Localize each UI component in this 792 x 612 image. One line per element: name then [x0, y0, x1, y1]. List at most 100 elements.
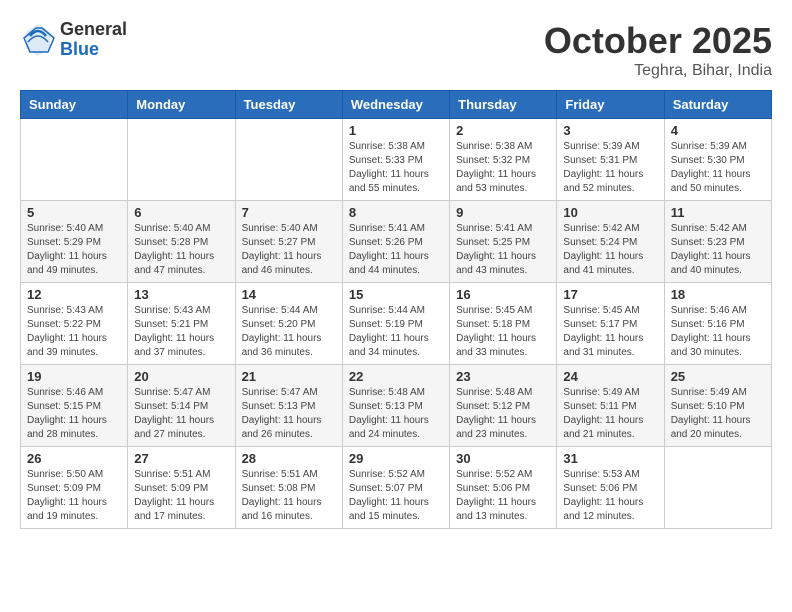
day-info: Sunrise: 5:38 AM Sunset: 5:33 PM Dayligh…: [349, 140, 443, 196]
day-info: Sunrise: 5:39 AM Sunset: 5:31 PM Dayligh…: [563, 140, 657, 196]
day-number: 9: [456, 205, 550, 220]
day-number: 28: [242, 451, 336, 466]
day-info: Sunrise: 5:39 AM Sunset: 5:30 PM Dayligh…: [671, 140, 765, 196]
day-info: Sunrise: 5:51 AM Sunset: 5:08 PM Dayligh…: [242, 468, 336, 524]
day-number: 22: [349, 369, 443, 384]
weekday-header-row: SundayMondayTuesdayWednesdayThursdayFrid…: [21, 91, 772, 119]
calendar-cell: 18 Sunrise: 5:46 AM Sunset: 5:16 PM Dayli…: [664, 283, 771, 365]
day-number: 31: [563, 451, 657, 466]
calendar-cell: 8 Sunrise: 5:41 AM Sunset: 5:26 PM Daylig…: [342, 201, 449, 283]
calendar-week-4: 19 Sunrise: 5:46 AM Sunset: 5:15 PM Dayli…: [21, 365, 772, 447]
calendar-cell: 5 Sunrise: 5:40 AM Sunset: 5:29 PM Daylig…: [21, 201, 128, 283]
day-info: Sunrise: 5:48 AM Sunset: 5:13 PM Dayligh…: [349, 386, 443, 442]
logo: General Blue: [20, 20, 127, 60]
day-info: Sunrise: 5:49 AM Sunset: 5:10 PM Dayligh…: [671, 386, 765, 442]
calendar-cell: 16 Sunrise: 5:45 AM Sunset: 5:18 PM Dayli…: [450, 283, 557, 365]
calendar-week-1: 1Sunrise: 5:38 AM Sunset: 5:33 PM Daylig…: [21, 119, 772, 201]
calendar-cell: 3 Sunrise: 5:39 AM Sunset: 5:31 PM Daylig…: [557, 119, 664, 201]
calendar-cell: 6Sunrise: 5:40 AM Sunset: 5:28 PM Daylig…: [128, 201, 235, 283]
day-info: Sunrise: 5:49 AM Sunset: 5:11 PM Dayligh…: [563, 386, 657, 442]
calendar-cell: 27Sunrise: 5:51 AM Sunset: 5:09 PM Dayli…: [128, 447, 235, 529]
day-info: Sunrise: 5:50 AM Sunset: 5:09 PM Dayligh…: [27, 468, 121, 524]
day-info: Sunrise: 5:40 AM Sunset: 5:27 PM Dayligh…: [242, 222, 336, 278]
title-block: October 2025 Teghra, Bihar, India: [544, 20, 772, 80]
day-number: 2: [456, 123, 550, 138]
calendar-cell: 28 Sunrise: 5:51 AM Sunset: 5:08 PM Dayli…: [235, 447, 342, 529]
calendar-cell: 20 Sunrise: 5:47 AM Sunset: 5:14 PM Dayli…: [128, 365, 235, 447]
month-title: October 2025: [544, 20, 772, 62]
day-info: Sunrise: 5:53 AM Sunset: 5:06 PM Dayligh…: [563, 468, 657, 524]
day-info: Sunrise: 5:46 AM Sunset: 5:16 PM Dayligh…: [671, 304, 765, 360]
day-number: 10: [563, 205, 657, 220]
day-number: 23: [456, 369, 550, 384]
calendar-week-5: 26 Sunrise: 5:50 AM Sunset: 5:09 PM Dayli…: [21, 447, 772, 529]
day-number: 16: [456, 287, 550, 302]
calendar-cell: 29 Sunrise: 5:52 AM Sunset: 5:07 PM Dayli…: [342, 447, 449, 529]
day-number: 6: [134, 205, 228, 220]
day-info: Sunrise: 5:44 AM Sunset: 5:19 PM Dayligh…: [349, 304, 443, 360]
day-number: 3: [563, 123, 657, 138]
calendar-cell: 26 Sunrise: 5:50 AM Sunset: 5:09 PM Dayli…: [21, 447, 128, 529]
calendar-cell: 14 Sunrise: 5:44 AM Sunset: 5:20 PM Dayli…: [235, 283, 342, 365]
day-info: Sunrise: 5:40 AM Sunset: 5:29 PM Dayligh…: [27, 222, 121, 278]
calendar-cell: 13 Sunrise: 5:43 AM Sunset: 5:21 PM Dayli…: [128, 283, 235, 365]
weekday-header-sunday: Sunday: [21, 91, 128, 119]
day-info: Sunrise: 5:45 AM Sunset: 5:17 PM Dayligh…: [563, 304, 657, 360]
weekday-header-wednesday: Wednesday: [342, 91, 449, 119]
day-number: 11: [671, 205, 765, 220]
calendar-cell: 21 Sunrise: 5:47 AM Sunset: 5:13 PM Dayli…: [235, 365, 342, 447]
day-number: 20: [134, 369, 228, 384]
logo-blue-text: Blue: [60, 40, 127, 60]
day-number: 26: [27, 451, 121, 466]
calendar-week-3: 12Sunrise: 5:43 AM Sunset: 5:22 PM Dayli…: [21, 283, 772, 365]
calendar-cell: 19 Sunrise: 5:46 AM Sunset: 5:15 PM Dayli…: [21, 365, 128, 447]
day-number: 4: [671, 123, 765, 138]
calendar-cell: 1Sunrise: 5:38 AM Sunset: 5:33 PM Daylig…: [342, 119, 449, 201]
day-info: Sunrise: 5:44 AM Sunset: 5:20 PM Dayligh…: [242, 304, 336, 360]
day-info: Sunrise: 5:48 AM Sunset: 5:12 PM Dayligh…: [456, 386, 550, 442]
calendar-cell: 31 Sunrise: 5:53 AM Sunset: 5:06 PM Dayli…: [557, 447, 664, 529]
calendar-cell: 22 Sunrise: 5:48 AM Sunset: 5:13 PM Dayli…: [342, 365, 449, 447]
day-number: 21: [242, 369, 336, 384]
weekday-header-monday: Monday: [128, 91, 235, 119]
day-number: 29: [349, 451, 443, 466]
day-info: Sunrise: 5:47 AM Sunset: 5:13 PM Dayligh…: [242, 386, 336, 442]
weekday-header-thursday: Thursday: [450, 91, 557, 119]
logo-text: General Blue: [60, 20, 127, 60]
calendar-cell: 25Sunrise: 5:49 AM Sunset: 5:10 PM Dayli…: [664, 365, 771, 447]
calendar-cell: 23 Sunrise: 5:48 AM Sunset: 5:12 PM Dayli…: [450, 365, 557, 447]
day-info: Sunrise: 5:52 AM Sunset: 5:07 PM Dayligh…: [349, 468, 443, 524]
calendar-cell: 11Sunrise: 5:42 AM Sunset: 5:23 PM Dayli…: [664, 201, 771, 283]
day-number: 8: [349, 205, 443, 220]
day-number: 13: [134, 287, 228, 302]
day-number: 19: [27, 369, 121, 384]
day-info: Sunrise: 5:47 AM Sunset: 5:14 PM Dayligh…: [134, 386, 228, 442]
calendar-week-2: 5 Sunrise: 5:40 AM Sunset: 5:29 PM Daylig…: [21, 201, 772, 283]
day-info: Sunrise: 5:41 AM Sunset: 5:26 PM Dayligh…: [349, 222, 443, 278]
calendar-table: SundayMondayTuesdayWednesdayThursdayFrid…: [20, 90, 772, 529]
day-info: Sunrise: 5:41 AM Sunset: 5:25 PM Dayligh…: [456, 222, 550, 278]
logo-general-text: General: [60, 20, 127, 40]
day-info: Sunrise: 5:38 AM Sunset: 5:32 PM Dayligh…: [456, 140, 550, 196]
day-number: 18: [671, 287, 765, 302]
day-number: 5: [27, 205, 121, 220]
calendar-cell: 7 Sunrise: 5:40 AM Sunset: 5:27 PM Daylig…: [235, 201, 342, 283]
calendar-cell: 30 Sunrise: 5:52 AM Sunset: 5:06 PM Dayli…: [450, 447, 557, 529]
day-info: Sunrise: 5:43 AM Sunset: 5:22 PM Dayligh…: [27, 304, 121, 360]
day-number: 30: [456, 451, 550, 466]
calendar-cell: 12Sunrise: 5:43 AM Sunset: 5:22 PM Dayli…: [21, 283, 128, 365]
day-info: Sunrise: 5:46 AM Sunset: 5:15 PM Dayligh…: [27, 386, 121, 442]
day-number: 27: [134, 451, 228, 466]
day-number: 15: [349, 287, 443, 302]
calendar-cell: [235, 119, 342, 201]
day-info: Sunrise: 5:52 AM Sunset: 5:06 PM Dayligh…: [456, 468, 550, 524]
day-info: Sunrise: 5:45 AM Sunset: 5:18 PM Dayligh…: [456, 304, 550, 360]
calendar-cell: 2 Sunrise: 5:38 AM Sunset: 5:32 PM Daylig…: [450, 119, 557, 201]
page-header: General Blue October 2025 Teghra, Bihar,…: [20, 20, 772, 80]
calendar-cell: [128, 119, 235, 201]
day-info: Sunrise: 5:42 AM Sunset: 5:24 PM Dayligh…: [563, 222, 657, 278]
calendar-cell: [21, 119, 128, 201]
day-number: 7: [242, 205, 336, 220]
day-number: 14: [242, 287, 336, 302]
day-info: Sunrise: 5:43 AM Sunset: 5:21 PM Dayligh…: [134, 304, 228, 360]
